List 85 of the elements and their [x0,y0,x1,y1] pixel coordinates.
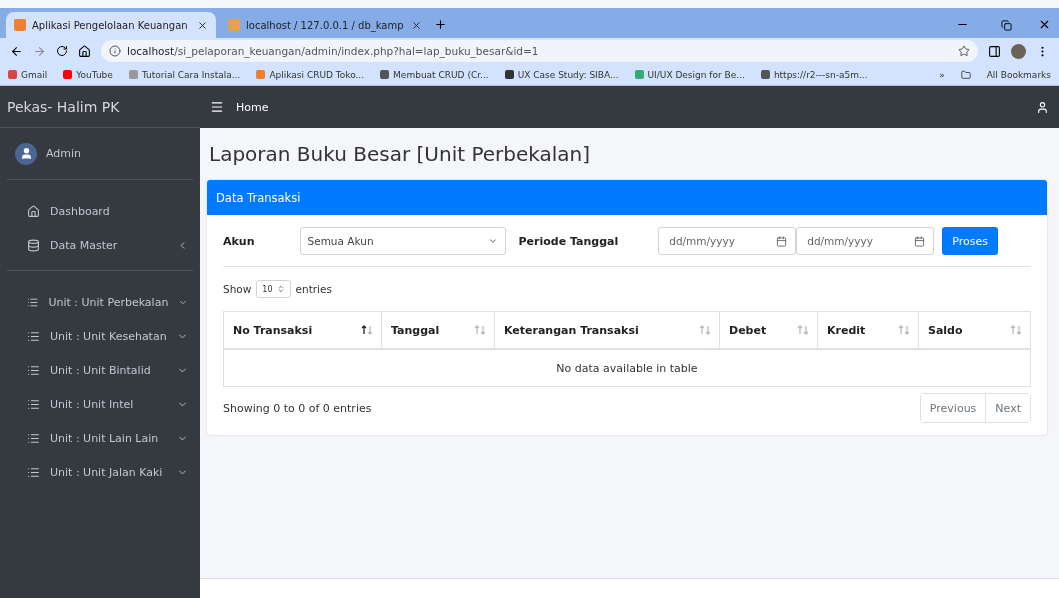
list-icon [27,363,40,377]
close-icon[interactable] [197,19,208,31]
sidebar-item[interactable]: Unit : Unit Perbekalan [0,285,200,319]
field-label: Periode Tanggal [518,234,619,248]
bookmark[interactable]: UI/UX Design for Be... [634,69,745,80]
column-header[interactable]: Debet [720,312,818,348]
menu-icon[interactable] [210,100,224,114]
bookmark[interactable]: Tutorial Cara Instala... [128,69,241,80]
updown-icon [276,285,285,293]
forward-icon[interactable] [33,44,46,58]
all-bookmarks[interactable]: All Bookmarks [986,69,1051,80]
sidebar-label: Unit : Unit Jalan Kaki [50,465,164,479]
date-field[interactable]: dd/mm/yyyy [658,227,797,255]
sidebar-item[interactable]: Dashboard [0,194,200,228]
list-icon [27,397,40,411]
bookmark[interactable]: UX Case Study: SIBA... [504,69,619,80]
sidebar-label: Unit : Unit Intel [50,397,135,411]
page-button[interactable]: Next [985,394,1030,422]
side-panel-icon[interactable] [988,44,1001,58]
tab-title: Aplikasi Pengelolaan Keuangan [32,19,189,31]
star-icon[interactable] [958,45,970,57]
sidebar-label: Unit : Unit Kesehatan [50,329,167,343]
table-info: Showing 0 to 0 of 0 entries [223,401,372,415]
bookmark[interactable]: Membuat CRUD (Cr... [380,69,489,80]
column-header[interactable]: Keterangan Transaksi [495,312,720,348]
tab-favicon-icon [228,19,240,31]
user-link[interactable]: Admin [7,128,193,180]
sidebar-label: Unit : Unit Bintalid [50,363,152,377]
bookmark[interactable]: Gmail [8,69,48,80]
restore-icon[interactable] [1001,20,1012,31]
caret-icon [487,236,498,246]
sidebar-label: Unit : Unit Lain Lain [50,431,160,445]
tab-title: localhost / 127.0.0.1 / db_kamp [246,19,405,31]
date-field[interactable]: dd/mm/yyyy [796,227,935,255]
list-icon [27,329,40,343]
column-header[interactable]: No Transaksi [224,312,382,348]
home-icon [27,204,40,218]
profile-avatar[interactable] [1011,43,1026,59]
bookmark[interactable]: Aplikasi CRUD Toko... [256,69,365,80]
sidebar-item[interactable]: Unit : Unit Kesehatan [0,319,200,353]
sidebar-item[interactable]: Unit : Unit Bintalid [0,353,200,387]
list-icon [27,431,40,445]
length-label: Show [223,283,252,295]
tab-favicon-icon [14,19,26,31]
process-button[interactable]: Proses [942,227,998,255]
bookmark[interactable]: https://r2---sn-a5m... [760,69,868,80]
home-link[interactable]: Home [236,100,269,114]
bookmark[interactable]: YouTube [63,69,113,80]
card-title: Data Transaksi [207,180,1047,215]
column-header[interactable]: Saldo [919,312,1030,348]
length-select[interactable]: 10 [256,280,291,298]
close-icon[interactable] [411,19,422,31]
empty-message: No data available in table [555,360,699,377]
column-header[interactable]: Tanggal [382,312,495,348]
sidebar-item[interactable]: Unit : Unit Lain Lain [0,421,200,455]
browser-tab[interactable]: localhost / 127.0.0.1 / db_kamp [220,12,430,38]
more-bookmarks[interactable]: » [939,69,945,80]
database-icon [27,238,40,252]
new-tab-icon[interactable] [434,18,447,31]
length-label: entries [295,283,332,295]
reload-icon[interactable] [56,45,68,57]
sidebar-label: Data Master [50,238,119,252]
url-text: localhost/si_pelaporan_keuangan/admin/index.php?hal=lap_buku_besar&id=1 [127,45,539,57]
field-label: Akun [223,234,255,248]
sidebar-item[interactable]: Data Master [0,228,200,262]
sidebar-label: Unit : Unit Perbekalan [48,295,169,309]
folder-icon[interactable] [960,69,971,80]
calendar-icon[interactable] [914,235,926,247]
sidebar-label: Dashboard [50,204,111,218]
column-header[interactable]: Kredit [818,312,919,348]
user-icon[interactable] [1036,100,1049,114]
account-select[interactable]: Semua Akun [299,227,506,255]
browser-tab[interactable]: Aplikasi Pengelolaan Keuangan [6,12,216,38]
home-icon[interactable] [78,44,91,58]
address-bar[interactable]: localhost/si_pelaporan_keuangan/admin/index.php?hal=lap_buku_besar&id=1 [101,40,978,62]
sidebar-item[interactable]: Unit : Unit Intel [0,387,200,421]
sidebar-item[interactable]: Unit : Unit Jalan Kaki [0,455,200,489]
calendar-icon[interactable] [776,235,788,247]
back-icon[interactable] [10,44,23,58]
avatar-icon [15,142,37,165]
close-icon[interactable] [1038,18,1051,31]
sort-ascending-icon[interactable] [361,325,373,335]
list-icon [27,465,40,479]
info-icon[interactable] [109,45,121,57]
page-title: Laporan Buku Besar [Unit Perbekalan] [209,142,592,166]
